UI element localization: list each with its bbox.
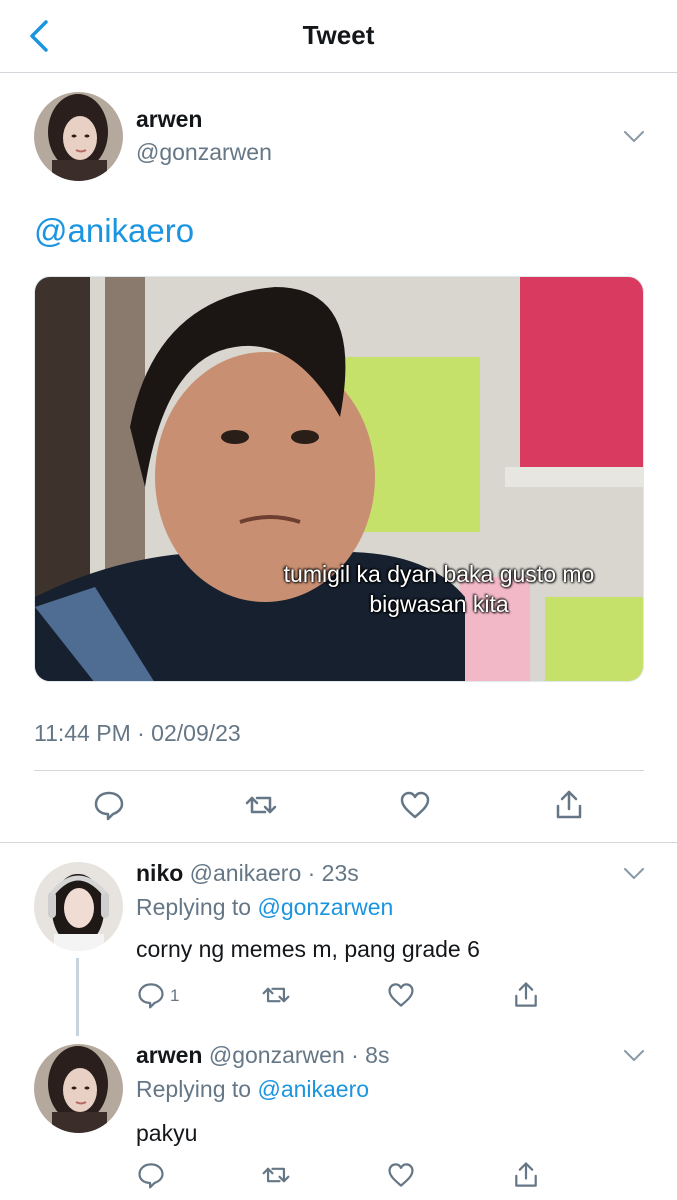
chevron-down-icon — [624, 868, 644, 879]
retweet-button[interactable] — [261, 980, 291, 1010]
like-button[interactable] — [386, 1160, 416, 1190]
author-name: arwen — [136, 106, 203, 132]
reply-text: pakyu — [136, 1120, 198, 1146]
replying-to-link[interactable]: @gonzarwen — [257, 894, 393, 920]
retweet-icon — [262, 987, 290, 1003]
tweet-author[interactable]: arwen @gonzarwen — [136, 106, 272, 166]
share-button[interactable] — [552, 788, 586, 822]
reply-author-meta: @anikaero · 23s — [189, 860, 359, 886]
reply-author-name: niko — [136, 860, 184, 886]
reply-author-meta: @gonzarwen · 8s — [208, 1042, 390, 1068]
replying-to-line: Replying to @gonzarwen — [136, 894, 393, 921]
replying-to-prefix: Replying to — [136, 894, 258, 920]
like-button[interactable] — [386, 980, 416, 1010]
heart-icon — [400, 791, 430, 819]
replying-to-link[interactable]: @anikaero — [257, 1076, 369, 1102]
replying-to-prefix: Replying to — [136, 1076, 258, 1102]
reply-author-name: arwen — [136, 1042, 203, 1068]
reply-options-button[interactable] — [623, 1049, 645, 1063]
replying-to-line: Replying to @anikaero — [136, 1076, 369, 1103]
share-icon — [556, 790, 582, 819]
reply-count: 1 — [170, 986, 180, 1005]
tweet-options-button[interactable] — [623, 130, 645, 144]
retweet-button[interactable] — [261, 1160, 291, 1190]
share-icon — [515, 982, 537, 1007]
reply-avatar[interactable] — [34, 1044, 123, 1133]
retweet-button[interactable] — [244, 788, 278, 822]
divider — [0, 842, 677, 843]
reply-icon — [94, 791, 124, 821]
reply-button[interactable] — [92, 788, 126, 822]
share-icon — [515, 1162, 537, 1187]
reply-icon — [138, 983, 164, 1009]
reply-icon — [138, 1163, 164, 1189]
reply-text: corny ng memes m, pang grade 6 — [136, 936, 480, 962]
reply-avatar[interactable] — [34, 862, 123, 951]
tweet-text-mention[interactable]: @anikaero — [34, 212, 194, 250]
thread-line — [76, 958, 79, 1036]
share-button[interactable] — [511, 980, 541, 1010]
heart-icon — [388, 1163, 414, 1187]
reply-button[interactable] — [136, 980, 166, 1010]
author-handle: @gonzarwen — [136, 139, 272, 165]
retweet-icon — [245, 796, 277, 814]
tweet-timestamp[interactable]: 11:44 PM · 02/09/23 — [34, 720, 241, 747]
share-button[interactable] — [511, 1160, 541, 1190]
reply-header[interactable]: arwen @gonzarwen · 8s — [136, 1042, 389, 1069]
media-caption-line-1: tumigil ka dyan baka gusto mo — [283, 561, 595, 587]
reply-header[interactable]: niko @anikaero · 23s — [136, 860, 359, 887]
media-image — [35, 277, 643, 681]
reply-options-button[interactable] — [623, 867, 645, 881]
divider — [34, 770, 644, 771]
chevron-down-icon — [624, 1050, 644, 1061]
nav-bar: Tweet — [0, 0, 677, 73]
tweet-media[interactable]: tumigil ka dyan baka gusto mo bigwasan k… — [34, 276, 644, 682]
avatar[interactable] — [34, 92, 123, 181]
retweet-icon — [262, 1167, 290, 1183]
chevron-down-icon — [624, 131, 644, 142]
reply-button[interactable] — [136, 1160, 166, 1190]
like-button[interactable] — [398, 788, 432, 822]
heart-icon — [388, 983, 414, 1007]
media-caption-line-2: bigwasan kita — [369, 591, 509, 617]
media-caption: tumigil ka dyan baka gusto mo bigwasan k… — [35, 559, 643, 619]
page-title: Tweet — [302, 20, 375, 50]
